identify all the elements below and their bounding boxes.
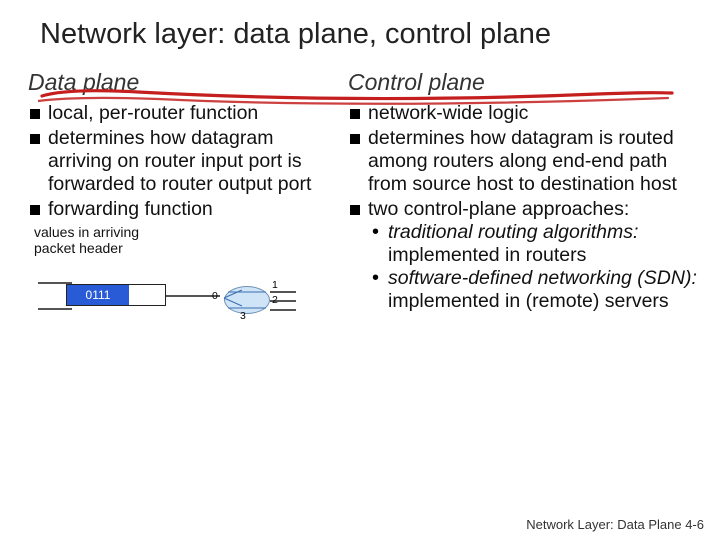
right-column: Control plane network-wide logic determi… — [348, 69, 702, 340]
cp-sdn-term: software-defined networking (SDN): — [388, 267, 697, 289]
router-icon: 0 1 2 3 — [216, 280, 278, 320]
slide-title: Network layer: data plane, control plane — [0, 0, 720, 51]
packet-header: 0111 — [67, 285, 129, 305]
footer-chapter: Network Layer: Data Plane — [526, 517, 681, 532]
cp-trad-term: traditional routing algorithms: — [388, 221, 638, 243]
cp-sub-sdn: software-defined networking (SDN): imple… — [372, 267, 702, 313]
dp-bullet-forwarding: forwarding function — [30, 198, 338, 221]
cp-bullet-determines: determines how datagram is routed among … — [350, 127, 702, 196]
slide-footer: Network Layer: Data Plane 4-6 — [526, 517, 704, 532]
cp-sub-traditional: traditional routing algorithms: implemen… — [372, 221, 702, 267]
port-2: 2 — [272, 294, 278, 306]
cp-trad-rest: implemented in routers — [388, 244, 586, 266]
cp-approaches-text: two control-plane approaches: — [368, 198, 629, 220]
control-plane-list: network-wide logic determines how datagr… — [348, 102, 702, 313]
cp-bullet-approaches: two control-plane approaches: traditiona… — [350, 198, 702, 313]
port-1: 1 — [272, 279, 278, 291]
footer-page: 4-6 — [685, 517, 704, 532]
dp-bullet-local: local, per-router function — [30, 102, 338, 125]
cp-sublist: traditional routing algorithms: implemen… — [368, 221, 702, 313]
port-0: 0 — [212, 290, 218, 302]
control-plane-heading: Control plane — [348, 69, 702, 96]
packet: 0111 — [66, 284, 166, 306]
content-columns: Data plane local, per-router function de… — [0, 51, 720, 340]
forwarding-diagram: 0111 0 1 2 3 — [58, 260, 318, 340]
data-plane-heading: Data plane — [28, 69, 338, 96]
dp-bullet-determines: determines how datagram arriving on rout… — [30, 127, 338, 196]
left-column: Data plane local, per-router function de… — [28, 69, 338, 340]
data-plane-list: local, per-router function determines ho… — [28, 102, 338, 221]
cp-sdn-rest: implemented in (remote) servers — [388, 290, 669, 312]
packet-caption: values in arriving packet header — [34, 225, 338, 256]
cp-bullet-networkwide: network-wide logic — [350, 102, 702, 125]
